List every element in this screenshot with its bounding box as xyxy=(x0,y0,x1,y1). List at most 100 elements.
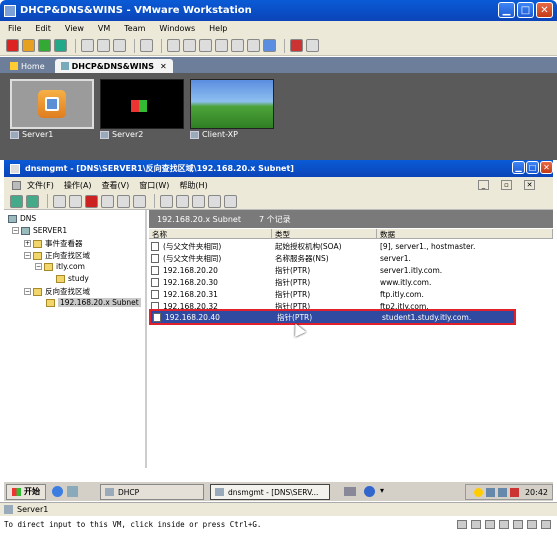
console-view-icon[interactable] xyxy=(215,39,228,52)
expand-toggle[interactable]: + xyxy=(24,240,31,247)
show-sidebar-icon[interactable] xyxy=(167,39,180,52)
tree-node-reverse-zone[interactable]: − 反向查找区域 xyxy=(24,286,90,297)
child-close-button[interactable]: ✕ xyxy=(524,180,535,190)
usb-icon[interactable] xyxy=(513,519,523,529)
tree-node-forward-zone[interactable]: − 正向查找区域 xyxy=(24,250,90,261)
tree-node-study[interactable]: study xyxy=(56,274,89,283)
child-restore-button[interactable]: ▫ xyxy=(501,180,512,190)
network-tray-icon[interactable] xyxy=(344,487,356,496)
home-icon xyxy=(10,62,18,70)
mmc-close-button[interactable]: ✕ xyxy=(540,161,553,174)
network-status-icon[interactable] xyxy=(497,487,507,497)
power-on-icon[interactable] xyxy=(38,39,51,52)
menu-file[interactable]: File xyxy=(8,24,21,33)
column-data[interactable]: 数据 xyxy=(377,229,553,239)
menu-team[interactable]: Team xyxy=(124,24,145,33)
start-button[interactable]: 开始 xyxy=(6,483,46,500)
close-tab-icon[interactable]: ✕ xyxy=(160,62,167,71)
tree-node-itly[interactable]: − itly.com xyxy=(35,262,85,271)
unity-icon[interactable] xyxy=(290,39,303,52)
up-level-icon[interactable] xyxy=(53,194,66,208)
back-icon[interactable] xyxy=(10,194,23,208)
show-tree-icon[interactable] xyxy=(69,194,82,208)
forward-icon[interactable] xyxy=(26,194,39,208)
new-alias-icon[interactable] xyxy=(224,194,237,208)
maximize-button[interactable]: □ xyxy=(517,2,534,18)
snapshot-manager-icon[interactable] xyxy=(113,39,126,52)
mmc-menu-window[interactable]: 窗口(W) xyxy=(139,180,169,191)
volume-tray-icon[interactable] xyxy=(485,487,495,497)
tab-vm[interactable]: DHCP&DNS&WINS ✕ xyxy=(54,59,173,73)
mmc-menu-help[interactable]: 帮助(H) xyxy=(179,180,207,191)
windows-logo-icon xyxy=(12,487,21,496)
appliance-view-icon[interactable] xyxy=(231,39,244,52)
collapse-toggle[interactable]: − xyxy=(35,263,42,270)
team-icon[interactable] xyxy=(306,39,319,52)
quick-launch-ie-icon[interactable] xyxy=(52,486,63,497)
menu-windows[interactable]: Windows xyxy=(159,24,195,33)
server-icon[interactable] xyxy=(176,194,189,208)
record-row-selected[interactable]: 192.168.20.40 指针(PTR) student1.study.itly.… xyxy=(149,309,516,325)
message-icon[interactable] xyxy=(541,519,551,529)
thumbnail-bar-icon[interactable] xyxy=(247,39,260,52)
column-name[interactable]: 名称 xyxy=(149,229,272,239)
new-record-icon[interactable] xyxy=(192,194,205,208)
thumbnail-server1[interactable]: Server1 xyxy=(10,79,94,139)
menu-edit[interactable]: Edit xyxy=(35,24,51,33)
warning-tray-icon[interactable] xyxy=(473,487,483,497)
tree-node-reverse-subnet[interactable]: 192.168.20.x Subnet xyxy=(46,298,141,307)
tree-node-event-viewer[interactable]: + 事件查看器 xyxy=(24,238,83,249)
send-ctrl-alt-del-icon[interactable] xyxy=(140,39,153,52)
properties-icon[interactable] xyxy=(101,194,114,208)
reset-icon[interactable] xyxy=(54,39,67,52)
suspend-icon[interactable] xyxy=(22,39,35,52)
thumbnail-server2[interactable]: Server2 xyxy=(100,79,184,139)
menu-vm[interactable]: VM xyxy=(98,24,110,33)
collapse-toggle[interactable]: − xyxy=(24,252,31,259)
thumbnail-client-xp[interactable]: Client-XP xyxy=(190,79,274,139)
language-tray-icon[interactable] xyxy=(364,486,375,497)
tree-node-dns[interactable]: DNS xyxy=(8,214,36,223)
quick-launch-desktop-icon[interactable] xyxy=(67,486,78,497)
mmc-menu-view[interactable]: 查看(V) xyxy=(102,180,130,191)
hard-disk-icon[interactable] xyxy=(457,519,467,529)
security-tray-icon[interactable] xyxy=(509,487,519,497)
revert-snapshot-icon[interactable] xyxy=(97,39,110,52)
task-dhcp[interactable]: DHCP xyxy=(100,484,204,500)
record-row[interactable]: 192.168.20.30 指针(PTR) www.itly.com. xyxy=(149,276,514,288)
tree-node-server1[interactable]: − SERVER1 xyxy=(12,226,67,235)
summary-view-icon[interactable] xyxy=(199,39,212,52)
full-screen-icon[interactable] xyxy=(263,39,276,52)
cdrom-icon[interactable] xyxy=(471,519,481,529)
child-minimize-button[interactable]: _ xyxy=(478,180,489,190)
menu-view[interactable]: View xyxy=(65,24,84,33)
refresh-icon[interactable] xyxy=(117,194,130,208)
power-off-icon[interactable] xyxy=(6,39,19,52)
minimize-button[interactable]: ▁ xyxy=(498,2,515,18)
record-row[interactable]: 192.168.20.31 指针(PTR) ftp.itly.com. xyxy=(149,288,514,300)
snapshot-icon[interactable] xyxy=(81,39,94,52)
new-host-icon[interactable] xyxy=(208,194,221,208)
task-dnsmgmt[interactable]: dnsmgmt - [DNS\SERV... xyxy=(210,484,330,500)
collapse-toggle[interactable]: − xyxy=(24,288,31,295)
help-tray-icon[interactable]: ▾ xyxy=(380,486,384,495)
floppy-icon[interactable] xyxy=(485,519,495,529)
help-icon[interactable] xyxy=(160,194,173,208)
network-adapter-icon[interactable] xyxy=(499,519,509,529)
mmc-maximize-button[interactable]: □ xyxy=(526,161,539,174)
tab-home[interactable]: Home xyxy=(4,59,51,73)
sound-icon[interactable] xyxy=(527,519,537,529)
delete-icon[interactable] xyxy=(85,194,98,208)
collapse-toggle[interactable]: − xyxy=(12,227,19,234)
column-type[interactable]: 类型 xyxy=(272,229,377,239)
mmc-minimize-button[interactable]: ▁ xyxy=(512,161,525,174)
quick-switch-icon[interactable] xyxy=(183,39,196,52)
menu-help[interactable]: Help xyxy=(209,24,227,33)
record-row[interactable]: 192.168.20.20 指针(PTR) server1.itly.com. xyxy=(149,264,514,276)
record-row[interactable]: (与父文件夹相同) 起始授权机构(SOA) [9], server1., hostm… xyxy=(149,240,514,252)
close-button[interactable]: ✕ xyxy=(536,2,553,18)
export-list-icon[interactable] xyxy=(133,194,146,208)
mmc-menu-file[interactable]: 文件(F) xyxy=(27,180,54,191)
mmc-menu-action[interactable]: 操作(A) xyxy=(64,180,92,191)
record-row[interactable]: (与父文件夹相同) 名称服务器(NS) server1. xyxy=(149,252,514,264)
